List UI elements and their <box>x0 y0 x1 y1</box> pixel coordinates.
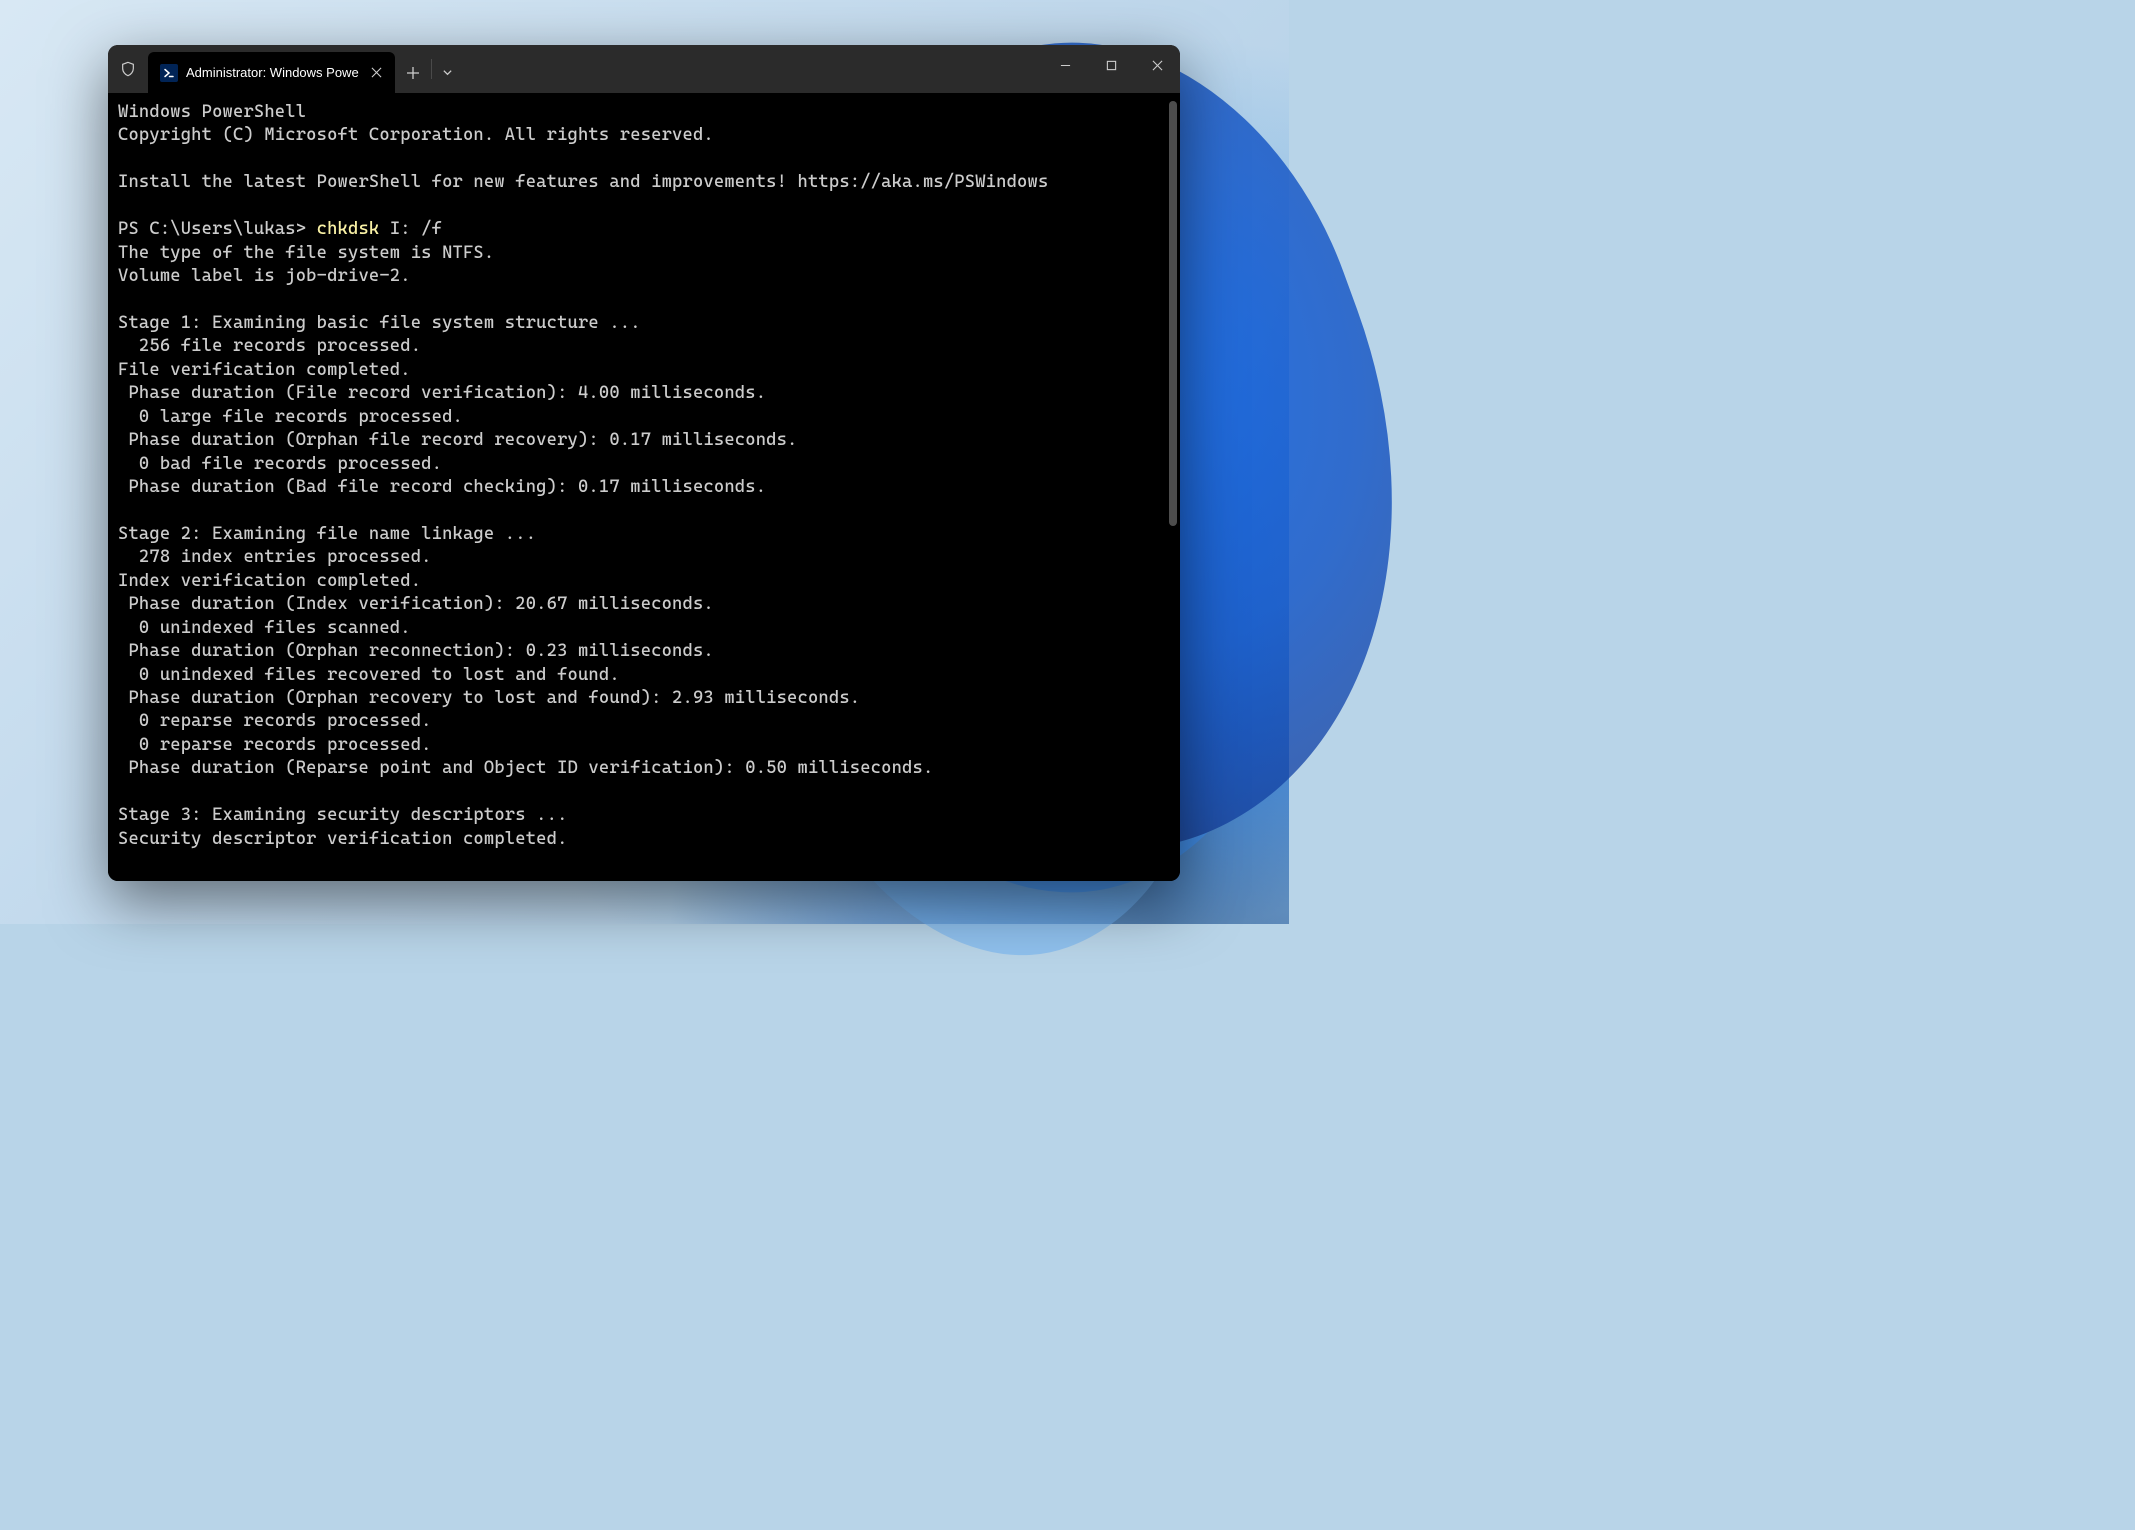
terminal-body[interactable]: Windows PowerShell Copyright (C) Microso… <box>108 93 1180 881</box>
terminal-line: 0 large file records processed. <box>118 407 463 427</box>
terminal-line: Stage 2: Examining file name linkage ... <box>118 524 536 544</box>
terminal-line: Phase duration (Orphan reconnection): 0.… <box>118 641 714 661</box>
terminal-line: 278 index entries processed. <box>118 547 432 567</box>
terminal-line: Phase duration (Index verification): 20.… <box>118 594 714 614</box>
terminal-line: Index verification completed. <box>118 571 421 591</box>
maximize-button[interactable] <box>1088 45 1134 85</box>
close-button[interactable] <box>1134 45 1180 85</box>
terminal-line: File verification completed. <box>118 360 411 380</box>
minimize-button[interactable] <box>1042 45 1088 85</box>
window-controls <box>1042 45 1180 93</box>
terminal-line: The type of the file system is NTFS. <box>118 243 494 263</box>
tab-dropdown-button[interactable] <box>432 52 464 93</box>
admin-shield-icon <box>108 45 148 93</box>
titlebar-left: Administrator: Windows Powe <box>108 45 464 93</box>
terminal-line: Phase duration (Orphan file record recov… <box>118 430 798 450</box>
command-name: chkdsk <box>317 219 380 239</box>
new-tab-button[interactable] <box>395 52 431 93</box>
terminal-line: 0 reparse records processed. <box>118 711 432 731</box>
terminal-line: 256 file records processed. <box>118 336 421 356</box>
terminal-line: 0 unindexed files recovered to lost and … <box>118 665 620 685</box>
terminal-line: Install the latest PowerShell for new fe… <box>118 172 1048 192</box>
tab-powershell[interactable]: Administrator: Windows Powe <box>148 52 395 93</box>
tab-close-button[interactable] <box>367 63 387 83</box>
titlebar[interactable]: Administrator: Windows Powe <box>108 45 1180 93</box>
terminal-window: Administrator: Windows Powe <box>108 45 1180 881</box>
terminal-line: Phase duration (Reparse point and Object… <box>118 758 933 778</box>
powershell-icon <box>160 64 178 82</box>
tab-title: Administrator: Windows Powe <box>186 65 359 80</box>
command-args: I: /f <box>379 219 442 239</box>
terminal-line: Stage 1: Examining basic file system str… <box>118 313 641 333</box>
terminal-line: Phase duration (Bad file record checking… <box>118 477 766 497</box>
terminal-line: Copyright (C) Microsoft Corporation. All… <box>118 125 714 145</box>
prompt-text: PS C:\Users\lukas> <box>118 219 317 239</box>
terminal-line: Windows PowerShell <box>118 102 306 122</box>
terminal-line: Volume label is job-drive-2. <box>118 266 411 286</box>
scrollbar-track[interactable] <box>1169 101 1177 873</box>
terminal-line: 0 unindexed files scanned. <box>118 618 411 638</box>
titlebar-drag-area[interactable] <box>464 45 1042 93</box>
terminal-line: Stage 3: Examining security descriptors … <box>118 805 568 825</box>
terminal-line: Phase duration (File record verification… <box>118 383 766 403</box>
scrollbar-thumb[interactable] <box>1169 101 1177 526</box>
terminal-line: 0 bad file records processed. <box>118 454 442 474</box>
terminal-line: 0 reparse records processed. <box>118 735 432 755</box>
terminal-line: Phase duration (Orphan recovery to lost … <box>118 688 860 708</box>
terminal-line: Security descriptor verification complet… <box>118 829 568 849</box>
